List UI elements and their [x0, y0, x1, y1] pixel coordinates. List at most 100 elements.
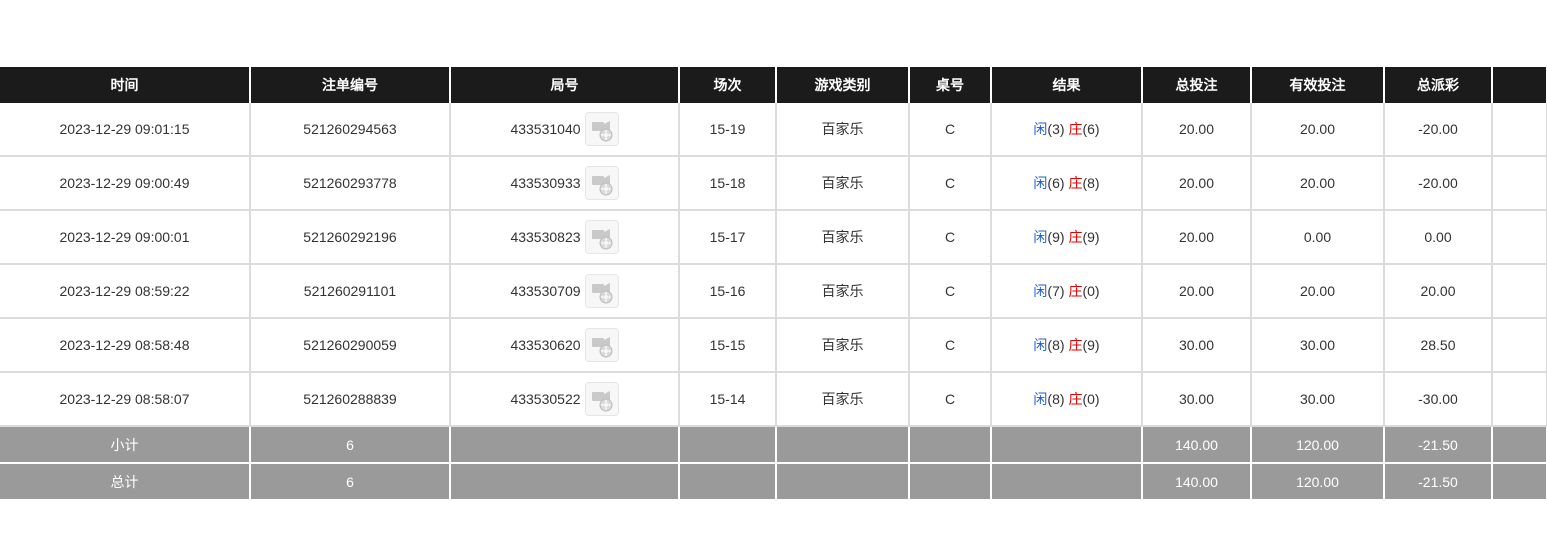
summary-payout: -21.50 [1384, 463, 1493, 501]
summary-payout: -21.50 [1384, 426, 1493, 464]
cell-time: 2023-12-29 09:00:49 [0, 156, 251, 211]
cell-bet-id: 521260288839 [250, 372, 451, 427]
cell-table: C [909, 210, 992, 265]
banker-label: 庄 [1068, 121, 1083, 137]
col-header-total-bet: 总投注 [1142, 67, 1252, 103]
cell-total-bet: 20.00 [1142, 156, 1252, 211]
cell-bet-id: 521260290059 [250, 318, 451, 373]
col-header-extra [1492, 67, 1547, 103]
table-row: 2023-12-29 09:00:01 521260292196 433530823… [0, 210, 1547, 265]
cell-session: 15-15 [679, 318, 777, 373]
table-row: 2023-12-29 08:59:22 521260291101 433530709… [0, 264, 1547, 319]
cell-total-bet: 20.00 [1142, 210, 1252, 265]
player-label: 闲 [1033, 391, 1048, 407]
summary-valid-bet: 120.00 [1251, 426, 1385, 464]
table-row: 2023-12-29 09:00:49 521260293778 433530933… [0, 156, 1547, 211]
banker-score: (8) [1082, 175, 1100, 191]
video-replay-icon[interactable] [584, 112, 619, 146]
round-number: 433530620 [510, 337, 581, 353]
video-replay-icon[interactable] [584, 220, 619, 254]
cell-table: C [909, 103, 992, 157]
table-header-row: 时间 注单编号 局号 场次 游戏类别 桌号 结果 总投注 有效投注 总派彩 [0, 67, 1547, 103]
cell-valid-bet: 30.00 [1251, 372, 1385, 427]
cell-result: 闲(3) 庄(6) [991, 103, 1143, 157]
cell-session: 15-17 [679, 210, 777, 265]
cell-payout: 28.50 [1384, 318, 1493, 373]
col-header-bet-id: 注单编号 [250, 67, 451, 103]
cell-time: 2023-12-29 08:59:22 [0, 264, 251, 319]
cell-result: 闲(6) 庄(8) [991, 156, 1143, 211]
player-label: 闲 [1033, 283, 1048, 299]
cell-payout: 20.00 [1384, 264, 1493, 319]
cell-bet-id: 521260292196 [250, 210, 451, 265]
player-label: 闲 [1033, 229, 1048, 245]
player-label: 闲 [1033, 175, 1048, 191]
banker-label: 庄 [1068, 175, 1083, 191]
cell-extra [1492, 264, 1547, 319]
cell-round: 433530709 [450, 264, 680, 319]
player-label: 闲 [1033, 121, 1048, 137]
cell-round: 433530823 [450, 210, 680, 265]
col-header-time: 时间 [0, 67, 251, 103]
cell-bet-id: 521260293778 [250, 156, 451, 211]
cell-round: 433530933 [450, 156, 680, 211]
cell-round: 433530522 [450, 372, 680, 427]
banker-score: (6) [1082, 121, 1100, 137]
banker-score: (0) [1082, 283, 1100, 299]
cell-payout: -30.00 [1384, 372, 1493, 427]
cell-game-type: 百家乐 [776, 372, 910, 427]
cell-table: C [909, 156, 992, 211]
cell-result: 闲(7) 庄(0) [991, 264, 1143, 319]
player-label: 闲 [1033, 337, 1048, 353]
summary-label: 总计 [0, 463, 251, 501]
col-header-payout: 总派彩 [1384, 67, 1493, 103]
summary-count: 6 [250, 426, 451, 464]
cell-extra [1492, 103, 1547, 157]
video-replay-icon[interactable] [584, 328, 619, 362]
cell-round: 433531040 [450, 103, 680, 157]
summary-total-bet: 140.00 [1142, 426, 1252, 464]
cell-extra [1492, 156, 1547, 211]
round-number: 433531040 [510, 121, 581, 137]
cell-payout: 0.00 [1384, 210, 1493, 265]
video-replay-icon[interactable] [584, 382, 619, 416]
player-score: (7) [1047, 283, 1065, 299]
round-number: 433530823 [510, 229, 581, 245]
summary-count: 6 [250, 463, 451, 501]
grand-total-row: 总计 6 140.00 120.00 -21.50 [0, 463, 1547, 501]
cell-extra [1492, 318, 1547, 373]
col-header-result: 结果 [991, 67, 1143, 103]
round-number: 433530522 [510, 391, 581, 407]
banker-label: 庄 [1068, 391, 1083, 407]
cell-total-bet: 20.00 [1142, 103, 1252, 157]
cell-valid-bet: 20.00 [1251, 264, 1385, 319]
video-replay-icon[interactable] [584, 166, 619, 200]
cell-bet-id: 521260294563 [250, 103, 451, 157]
cell-session: 15-14 [679, 372, 777, 427]
subtotal-row: 小计 6 140.00 120.00 -21.50 [0, 426, 1547, 464]
banker-label: 庄 [1068, 337, 1083, 353]
cell-round: 433530620 [450, 318, 680, 373]
cell-game-type: 百家乐 [776, 264, 910, 319]
round-number: 433530709 [510, 283, 581, 299]
cell-valid-bet: 30.00 [1251, 318, 1385, 373]
banker-score: (0) [1082, 391, 1100, 407]
cell-total-bet: 30.00 [1142, 372, 1252, 427]
summary-total-bet: 140.00 [1142, 463, 1252, 501]
cell-table: C [909, 264, 992, 319]
cell-game-type: 百家乐 [776, 210, 910, 265]
col-header-game-type: 游戏类别 [776, 67, 910, 103]
cell-bet-id: 521260291101 [250, 264, 451, 319]
cell-result: 闲(9) 庄(9) [991, 210, 1143, 265]
banker-score: (9) [1082, 337, 1100, 353]
summary-label: 小计 [0, 426, 251, 464]
cell-extra [1492, 210, 1547, 265]
col-header-table: 桌号 [909, 67, 992, 103]
summary-valid-bet: 120.00 [1251, 463, 1385, 501]
cell-game-type: 百家乐 [776, 318, 910, 373]
cell-extra [1492, 372, 1547, 427]
video-replay-icon[interactable] [584, 274, 619, 308]
col-header-round: 局号 [450, 67, 680, 103]
player-score: (8) [1047, 337, 1065, 353]
col-header-session: 场次 [679, 67, 777, 103]
